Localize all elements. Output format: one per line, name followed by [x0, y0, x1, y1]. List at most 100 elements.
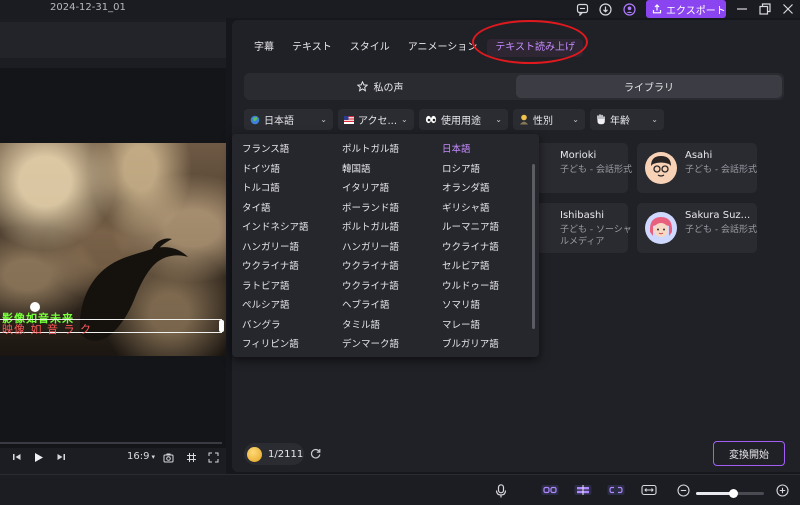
highlight-annotation-circle	[472, 20, 588, 64]
refresh-icon[interactable]	[309, 447, 322, 460]
language-option[interactable]: ソマリ語	[442, 297, 499, 317]
tab-text[interactable]: テキスト	[284, 39, 340, 57]
language-option[interactable]: ポルトガル語	[342, 141, 399, 161]
grid-icon[interactable]	[186, 452, 197, 463]
voice-name: Morioki	[560, 150, 597, 161]
language-option[interactable]: ハンガリー語	[342, 239, 399, 259]
library-label: ライブラリ	[624, 83, 674, 94]
credit-count: 1/2111	[268, 448, 304, 460]
tab-subtitles[interactable]: 字幕	[246, 39, 282, 57]
language-option[interactable]: バングラ	[242, 317, 309, 337]
resize-handle[interactable]	[219, 320, 224, 332]
next-frame-icon[interactable]	[56, 452, 66, 462]
voice-name: Ishibashi	[560, 210, 605, 221]
zoom-in-icon[interactable]	[776, 484, 789, 497]
language-option[interactable]: ウクライナ語	[342, 278, 399, 298]
language-option[interactable]: ハンガリー語	[242, 239, 309, 259]
language-option[interactable]: ルーマニア語	[442, 219, 499, 239]
player-controls: 16:9 ▾	[0, 450, 226, 470]
preview-header	[0, 22, 226, 58]
language-option[interactable]: トルコ語	[242, 180, 309, 200]
snapshot-icon[interactable]	[163, 452, 174, 463]
gender-filter[interactable]: 性別 ⌄	[513, 109, 585, 130]
microphone-icon[interactable]	[495, 484, 507, 498]
use-case-filter-value: 使用用途	[441, 116, 481, 127]
chevron-down-icon: ⌄	[651, 115, 658, 124]
language-option[interactable]: 韓国語	[342, 161, 399, 181]
start-conversion-button[interactable]: 変換開始	[713, 441, 785, 466]
title-bar: 2024-12-31_01 エクスポート	[0, 0, 800, 18]
language-option[interactable]: フィリピン語	[242, 336, 309, 356]
project-name: 2024-12-31_01	[50, 2, 126, 13]
previous-frame-icon[interactable]	[12, 452, 22, 462]
language-option[interactable]: ポルトガル語	[342, 219, 399, 239]
language-option-selected[interactable]: 日本語	[442, 141, 499, 161]
aspect-ratio-select[interactable]: 16:9 ▾	[127, 451, 155, 462]
language-option[interactable]: ペルシア語	[242, 297, 309, 317]
subtitle-line-2[interactable]: 映像 如 音 ラ ク	[2, 321, 92, 337]
language-filter[interactable]: 日本語 ⌄	[244, 109, 333, 130]
language-option[interactable]: ギリシャ語	[442, 200, 499, 220]
export-button[interactable]: エクスポート	[646, 0, 726, 18]
language-option[interactable]: ウルドゥー語	[442, 278, 499, 298]
language-option[interactable]: イタリア語	[342, 180, 399, 200]
tab-style[interactable]: スタイル	[342, 39, 398, 57]
unlink-clip-icon[interactable]	[607, 484, 625, 496]
zoom-slider[interactable]	[696, 489, 764, 498]
dropdown-scrollbar[interactable]	[532, 164, 535, 329]
language-option[interactable]: マレー語	[442, 317, 499, 337]
feedback-icon[interactable]	[574, 1, 590, 17]
accent-filter-value: アクセ...	[358, 116, 398, 127]
language-option[interactable]: タミル語	[342, 317, 399, 337]
gender-filter-value: 性別	[533, 116, 553, 127]
language-option[interactable]: ウクライナ語	[342, 258, 399, 278]
zoom-out-icon[interactable]	[677, 484, 690, 497]
account-icon[interactable]	[621, 1, 637, 17]
playback-scrubber[interactable]	[0, 442, 222, 444]
avatar	[645, 152, 677, 184]
restore-icon[interactable]	[757, 1, 773, 17]
language-option[interactable]: セルビア語	[442, 258, 499, 278]
language-option[interactable]: ラトビア語	[242, 278, 309, 298]
voice-name: Sakura Suz...	[685, 210, 751, 221]
minimize-icon[interactable]	[734, 1, 750, 17]
export-label: エクスポート	[666, 5, 726, 17]
voice-source-toggle: 私の声 ライブラリ	[244, 73, 784, 100]
chevron-down-icon: ▾	[151, 453, 155, 461]
chevron-down-icon: ⌄	[572, 115, 579, 124]
zoom-slider-knob[interactable]	[729, 489, 739, 498]
language-option[interactable]: ポーランド語	[342, 200, 399, 220]
language-option[interactable]: ブルガリア語	[442, 336, 499, 356]
voice-filters: 日本語 ⌄ アクセ... ⌄ 使用用途 ⌄ 性別 ⌄ 年齢 ⌄	[244, 109, 664, 130]
voice-name: Asahi	[685, 150, 713, 161]
language-option[interactable]: ヘブライ語	[342, 297, 399, 317]
link-clip-icon[interactable]	[541, 484, 559, 496]
use-case-filter[interactable]: 使用用途 ⌄	[419, 109, 508, 130]
language-option[interactable]: ウクライナ語	[442, 239, 499, 259]
split-track-icon[interactable]	[574, 484, 592, 496]
language-option[interactable]: ロシア語	[442, 161, 499, 181]
voice-description: 子ども - 会話形式	[685, 165, 757, 175]
language-option[interactable]: インドネシア語	[242, 219, 309, 239]
fit-timeline-icon[interactable]	[641, 484, 657, 496]
language-option[interactable]: タイ語	[242, 200, 309, 220]
voice-card[interactable]: Sakura Suz... 子ども - 会話形式	[637, 203, 757, 253]
language-option[interactable]: フランス語	[242, 141, 309, 161]
my-voice-button[interactable]: 私の声	[246, 75, 514, 98]
library-button[interactable]: ライブラリ	[516, 75, 782, 98]
download-icon[interactable]	[597, 1, 613, 17]
language-option[interactable]: ウクライナ語	[242, 258, 309, 278]
play-icon[interactable]	[33, 452, 44, 463]
coin-icon	[247, 446, 262, 462]
close-icon[interactable]	[780, 1, 796, 17]
voice-card[interactable]: Asahi 子ども - 会話形式	[637, 143, 757, 193]
language-option[interactable]: デンマーク語	[342, 336, 399, 356]
fullscreen-icon[interactable]	[208, 452, 219, 463]
chevron-down-icon: ⌄	[401, 115, 408, 124]
age-filter[interactable]: 年齢 ⌄	[590, 109, 664, 130]
language-option[interactable]: オランダ語	[442, 180, 499, 200]
language-option[interactable]: ドイツ語	[242, 161, 309, 181]
chevron-down-icon: ⌄	[320, 115, 327, 124]
accent-filter[interactable]: アクセ... ⌄	[338, 109, 414, 130]
star-icon	[356, 81, 368, 92]
